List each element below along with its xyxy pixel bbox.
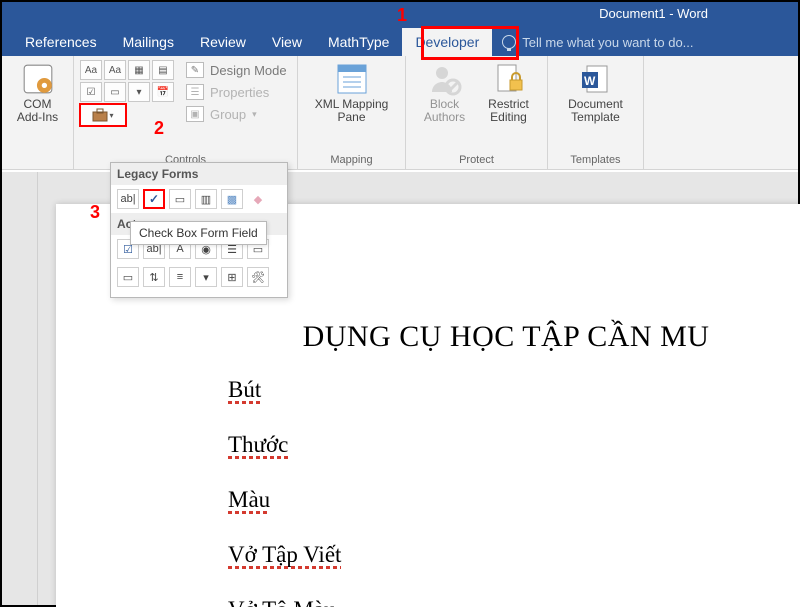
dropdown-form-field-icon[interactable]: ▭	[169, 189, 191, 209]
lock-document-icon	[492, 62, 526, 96]
group-templates: W Document Template Templates	[548, 56, 644, 169]
activex-row-2: ▭ ⇅ ≡ ▾ ⊞ 🛠	[111, 263, 287, 291]
doc-list: Bút Thước Màu Vở Tập Viết Vở Tô Màu	[56, 378, 800, 607]
rich-text-control-icon[interactable]: Aa	[80, 60, 102, 80]
xml-pane-icon	[335, 62, 369, 96]
ribbon-tabs: References Mailings Review View MathType…	[2, 28, 798, 56]
controls-mode-list: ✎ Design Mode ☰ Properties ▣ Group ▾	[184, 60, 289, 124]
picture-control-icon[interactable]: ▦	[128, 60, 150, 80]
group-mapping-label: Mapping	[304, 152, 399, 169]
list-item: Bút	[228, 378, 261, 401]
legacy-tools-button[interactable]: ▾	[80, 104, 126, 126]
com-addins-button[interactable]: COM Add-Ins	[8, 60, 68, 126]
list-item: Thước	[228, 433, 288, 456]
block-authors-icon	[428, 62, 462, 96]
activex-toggle-icon[interactable]: ⊞	[221, 267, 243, 287]
activex-spin-icon[interactable]: ≡	[169, 267, 191, 287]
block-authors-button[interactable]: Block Authors	[415, 60, 475, 126]
bulb-icon	[502, 35, 516, 49]
plain-text-control-icon[interactable]: Aa	[104, 60, 126, 80]
ruler-pencil-icon: ✎	[186, 62, 204, 78]
tab-mailings[interactable]: Mailings	[110, 28, 187, 56]
controls-grid: Aa Aa ▦ ▤ ☑ ▭ ▾ 📅 ▾	[80, 60, 174, 124]
gear-icon	[21, 62, 55, 96]
frame-form-field-icon[interactable]: ▥	[195, 189, 217, 209]
toolbox-icon	[92, 108, 108, 122]
restrict-editing-button[interactable]: Restrict Editing	[479, 60, 539, 126]
tell-me-search[interactable]: Tell me what you want to do...	[502, 35, 693, 50]
activex-combo-icon[interactable]: ▾	[195, 267, 217, 287]
tab-developer[interactable]: Developer	[402, 28, 492, 56]
date-picker-control-icon[interactable]: 📅	[152, 82, 174, 102]
group-addins: COM Add-Ins	[2, 56, 74, 169]
legacy-forms-header: Legacy Forms	[111, 163, 287, 185]
ribbon: COM Add-Ins Aa Aa ▦ ▤ ☑ ▭ ▾ 📅 ▾	[2, 56, 798, 170]
tooltip-checkbox-form-field: Check Box Form Field	[130, 221, 267, 245]
chevron-down-icon: ▾	[252, 109, 257, 120]
group-controls: Aa Aa ▦ ▤ ☑ ▭ ▾ 📅 ▾ ✎	[74, 56, 298, 169]
tell-me-label: Tell me what you want to do...	[522, 35, 693, 50]
list-item: Màu	[228, 488, 270, 511]
tab-references[interactable]: References	[12, 28, 110, 56]
checkbox-form-field-icon[interactable]	[143, 189, 165, 209]
annotation-3: 3	[90, 202, 100, 223]
dropdown-control-icon[interactable]: ▾	[128, 82, 150, 102]
properties-icon: ☰	[186, 84, 204, 100]
list-item: Vở Tô Màu	[228, 598, 336, 607]
xml-mapping-button[interactable]: XML Mapping Pane	[311, 60, 393, 126]
com-addins-label: COM Add-Ins	[17, 98, 58, 124]
activex-more-icon[interactable]: 🛠	[247, 267, 269, 287]
properties-button[interactable]: ☰ Properties	[184, 82, 289, 102]
tab-view[interactable]: View	[259, 28, 315, 56]
annotation-1: 1	[397, 5, 407, 26]
group-protect: Block Authors Restrict Editing Protect	[406, 56, 548, 169]
group-icon: ▣	[186, 106, 204, 122]
group-button[interactable]: ▣ Group ▾	[184, 104, 289, 124]
tab-review[interactable]: Review	[187, 28, 259, 56]
shading-form-field-icon[interactable]: ▩	[221, 189, 243, 209]
tab-mathtype[interactable]: MathType	[315, 28, 402, 56]
group-protect-label: Protect	[412, 152, 541, 169]
checkbox-control-icon[interactable]: ☑	[80, 82, 102, 102]
text-form-field-icon[interactable]: ab|	[117, 189, 139, 209]
reset-form-field-icon[interactable]: ◆	[247, 189, 269, 209]
svg-text:W: W	[584, 74, 596, 88]
combobox-control-icon[interactable]: ▭	[104, 82, 126, 102]
word-template-icon: W	[578, 62, 612, 96]
window-title: Document1 - Word	[599, 6, 708, 21]
legacy-forms-row: ab| ▭ ▥ ▩ ◆	[111, 185, 287, 213]
activex-scroll-icon[interactable]: ⇅	[143, 267, 165, 287]
group-addins-label	[8, 152, 67, 169]
vertical-ruler	[2, 172, 38, 605]
building-block-control-icon[interactable]: ▤	[152, 60, 174, 80]
design-mode-button[interactable]: ✎ Design Mode	[184, 60, 289, 80]
annotation-2: 2	[154, 118, 164, 139]
activex-button-icon[interactable]: ▭	[117, 267, 139, 287]
document-template-button[interactable]: W Document Template	[564, 60, 627, 126]
list-item: Vở Tập Viết	[228, 543, 341, 566]
group-templates-label: Templates	[554, 152, 637, 169]
chevron-down-icon: ▾	[109, 111, 113, 120]
group-mapping: XML Mapping Pane Mapping	[298, 56, 406, 169]
